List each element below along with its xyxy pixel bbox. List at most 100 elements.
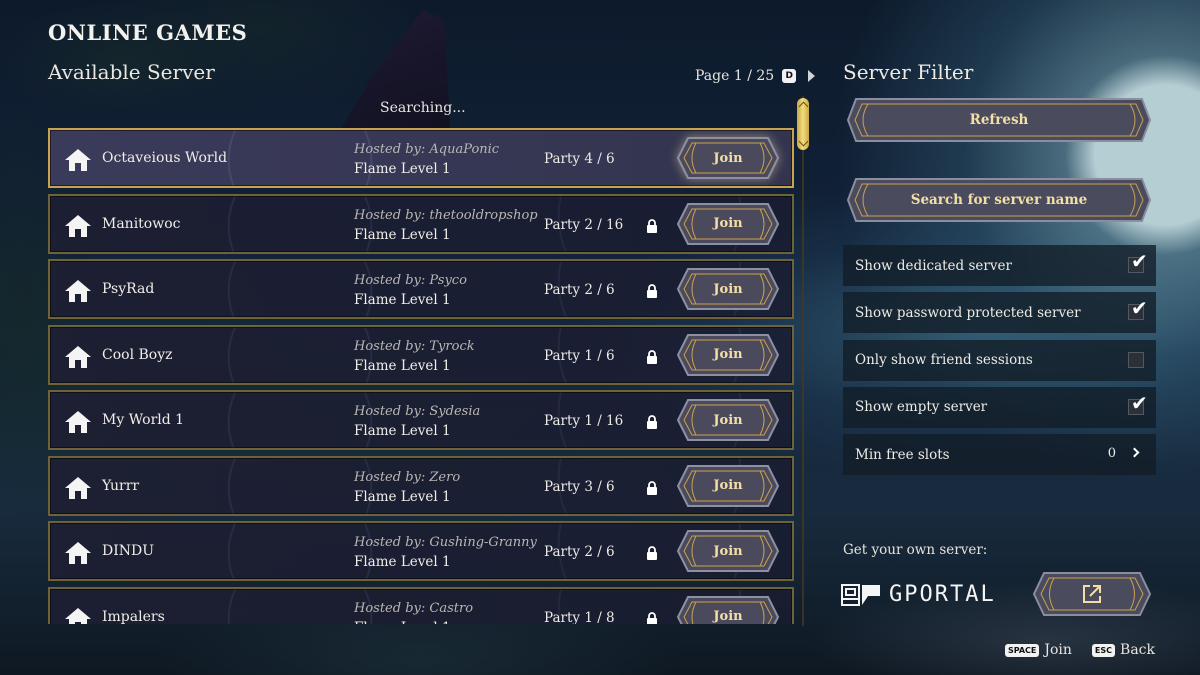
open-gportal-button[interactable] [1032, 570, 1152, 618]
page-title: ONLINE GAMES [48, 20, 248, 45]
filter-checkbox[interactable]: ✔ [1128, 298, 1148, 321]
filter-option[interactable]: Only show friend sessions [843, 339, 1156, 381]
server-name: DINDU [102, 543, 155, 559]
scrollbar-thumb[interactable] [797, 98, 809, 150]
server-party-count: Party 1 / 8 [544, 609, 615, 625]
join-button[interactable]: Join [676, 267, 780, 311]
server-list: Octaveious World Hosted by: AquaPonic Flam… [48, 128, 795, 624]
server-host: Hosted by: Sydesia [354, 404, 481, 419]
space-key-icon: SPACE [1004, 643, 1040, 657]
min-free-slots-label: Min free slots [855, 446, 950, 463]
refresh-button[interactable]: Refresh [846, 96, 1152, 144]
server-flame-level: Flame Level 1 [354, 620, 451, 625]
filter-checkbox[interactable]: ✔ [1128, 393, 1148, 415]
lock-icon [646, 414, 658, 429]
lock-icon [646, 480, 658, 495]
join-button[interactable]: Join [676, 595, 780, 624]
join-label: Join [713, 543, 743, 559]
pagination: Page 1 / 25 D [695, 68, 816, 84]
server-row[interactable]: Octaveious World Hosted by: AquaPonic Flam… [48, 128, 794, 188]
next-page-arrow-icon[interactable] [808, 70, 816, 82]
search-server-name-label: Search for server name [910, 192, 1088, 208]
scrollbar-track[interactable] [802, 96, 804, 626]
lock-icon [646, 218, 658, 233]
server-row[interactable]: Cool Boyz Hosted by: Tyrock Flame Level 1 P… [48, 324, 794, 385]
server-name: Manitowoc [102, 215, 181, 232]
server-host: Hosted by: AquaPonic [354, 142, 500, 157]
filter-option[interactable]: Show empty server ✔ [843, 386, 1156, 428]
esc-key-icon: ESC [1091, 643, 1116, 657]
server-party-count: Party 4 / 6 [544, 151, 615, 167]
house-icon [64, 214, 92, 238]
join-label: Join [713, 609, 743, 624]
next-page-key-hint: D [782, 69, 797, 83]
server-row[interactable]: Impalers Hosted by: Castro Flame Level 1 Pa… [48, 586, 794, 625]
page-indicator: Page 1 / 25 [695, 68, 775, 84]
hint-back-label: Back [1120, 642, 1155, 658]
filter-option-label: Show dedicated server [855, 257, 1012, 274]
house-icon [64, 541, 92, 565]
join-button[interactable]: Join [676, 333, 780, 377]
server-host: Hosted by: thetooldropshop [354, 207, 538, 223]
gportal-logo: GPORTAL [841, 582, 996, 607]
server-name: My World 1 [102, 412, 185, 428]
server-flame-level: Flame Level 1 [354, 554, 451, 570]
server-row[interactable]: Yurrr Hosted by: Zero Flame Level 1 Party 3… [48, 455, 794, 516]
hint-join-label: Join [1044, 642, 1072, 658]
server-party-count: Party 3 / 6 [544, 478, 615, 495]
server-row[interactable]: PsyRad Hosted by: Psyco Flame Level 1 Party… [48, 259, 794, 319]
join-button[interactable]: Join [676, 136, 780, 180]
server-party-count: Party 2 / 16 [544, 216, 624, 233]
house-icon [64, 410, 92, 434]
lock-icon [646, 545, 658, 560]
hint-join[interactable]: SPACE Join [1004, 642, 1072, 658]
min-free-slots-selector[interactable]: Min free slots 0 [843, 434, 1156, 475]
server-party-count: Party 2 / 6 [544, 544, 615, 560]
server-party-count: Party 1 / 16 [544, 413, 624, 429]
section-title-available-server: Available Server [48, 60, 215, 84]
server-party-count: Party 1 / 6 [544, 347, 615, 364]
filter-checkbox[interactable] [1128, 351, 1144, 368]
filter-option[interactable]: Show dedicated server ✔ [843, 245, 1156, 286]
join-label: Join [713, 216, 743, 231]
search-server-name-button[interactable]: Search for server name [846, 176, 1152, 224]
filter-option-label: Show password protected server [855, 304, 1081, 321]
join-button[interactable]: Join [676, 464, 780, 508]
join-label: Join [713, 412, 743, 428]
server-flame-level: Flame Level 1 [354, 161, 451, 177]
gportal-logo-icon [841, 583, 880, 606]
filter-option[interactable]: Show password protected server ✔ [843, 292, 1156, 334]
house-icon [64, 279, 92, 303]
server-flame-level: Flame Level 1 [354, 292, 451, 308]
join-label: Join [713, 281, 743, 297]
checkmark-icon: ✔ [1131, 296, 1148, 321]
chevron-right-icon[interactable] [1129, 447, 1140, 458]
server-row[interactable]: My World 1 Hosted by: Sydesia Flame Level … [48, 390, 794, 450]
server-name: Cool Boyz [102, 346, 173, 363]
refresh-label: Refresh [969, 112, 1029, 128]
join-button[interactable]: Join [676, 202, 780, 246]
min-free-slots-value: 0 [1107, 446, 1116, 461]
server-host: Hosted by: Zero [354, 469, 461, 485]
server-row[interactable]: Manitowoc Hosted by: thetooldropshop Flame… [48, 193, 794, 254]
filter-checkbox[interactable]: ✔ [1128, 251, 1148, 273]
server-row[interactable]: DINDU Hosted by: Gushing-Granny Flame Leve… [48, 521, 794, 581]
server-party-count: Party 2 / 6 [544, 282, 615, 298]
house-icon [64, 148, 92, 172]
join-button[interactable]: Join [676, 398, 780, 442]
server-name: Octaveious World [102, 150, 228, 166]
hint-back[interactable]: ESC Back [1091, 642, 1155, 658]
server-host: Hosted by: Psyco [354, 273, 467, 288]
house-icon [64, 607, 92, 624]
search-status: Searching... [380, 100, 466, 116]
server-name: PsyRad [102, 281, 155, 297]
join-label: Join [713, 478, 743, 493]
filter-option-label: Show empty server [855, 399, 988, 416]
lock-icon [646, 349, 658, 364]
join-button[interactable]: Join [676, 529, 780, 573]
house-icon [64, 476, 92, 500]
control-hints: SPACE Join ESC Back [991, 642, 1155, 658]
external-link-icon [1083, 585, 1101, 603]
gportal-brand-text: GPORTAL [889, 582, 996, 607]
server-flame-level: Flame Level 1 [354, 488, 451, 505]
